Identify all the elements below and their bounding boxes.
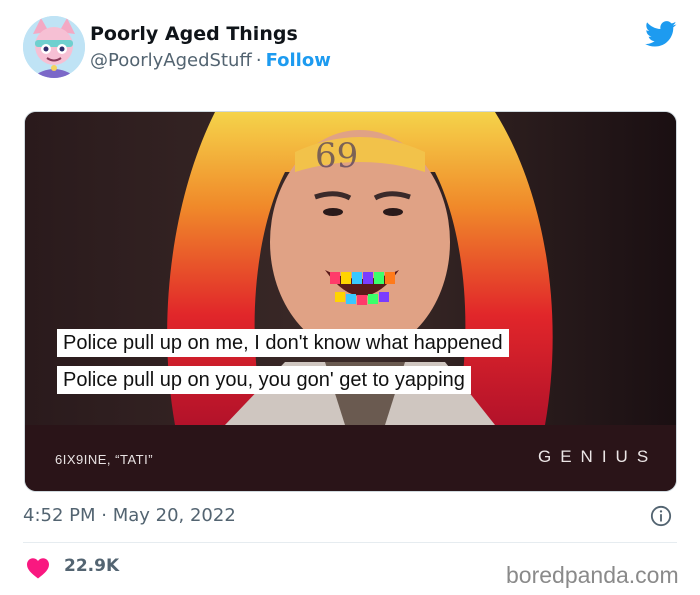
tweet-media[interactable]: 69 Police pull up on me, I don't know wh… bbox=[24, 111, 677, 492]
author-handle-line: @PoorlyAgedStuff · Follow bbox=[90, 50, 331, 71]
watermark: boredpanda.com bbox=[506, 562, 679, 588]
tweet-card: Poorly Aged Things @PoorlyAgedStuff · Foll… bbox=[0, 0, 700, 595]
separator-dot: · bbox=[255, 50, 262, 71]
heart-icon[interactable] bbox=[26, 557, 50, 579]
genius-logo: GENIUS bbox=[538, 447, 658, 466]
twitter-logo-icon[interactable] bbox=[645, 21, 677, 48]
svg-text:69: 69 bbox=[315, 136, 358, 176]
info-icon[interactable] bbox=[650, 505, 672, 527]
author-handle[interactable]: @PoorlyAgedStuff bbox=[90, 50, 252, 71]
tweet-timestamp[interactable]: 4:52 PM · May 20, 2022 bbox=[23, 505, 236, 526]
author-display-name[interactable]: Poorly Aged Things bbox=[90, 23, 298, 45]
song-credit: 6IX9INE, “TATI” bbox=[55, 452, 154, 467]
divider bbox=[23, 542, 677, 543]
media-caption-bar: 6IX9INE, “TATI” GENIUS bbox=[25, 425, 676, 491]
like-count: 22.9K bbox=[64, 556, 120, 576]
lyric-line-2: Police pull up on you, you gon' get to y… bbox=[57, 366, 471, 394]
avatar-illustration bbox=[23, 16, 85, 78]
lyric-line-1: Police pull up on me, I don't know what … bbox=[57, 329, 509, 357]
follow-button[interactable]: Follow bbox=[266, 50, 331, 71]
avatar[interactable] bbox=[23, 16, 85, 78]
